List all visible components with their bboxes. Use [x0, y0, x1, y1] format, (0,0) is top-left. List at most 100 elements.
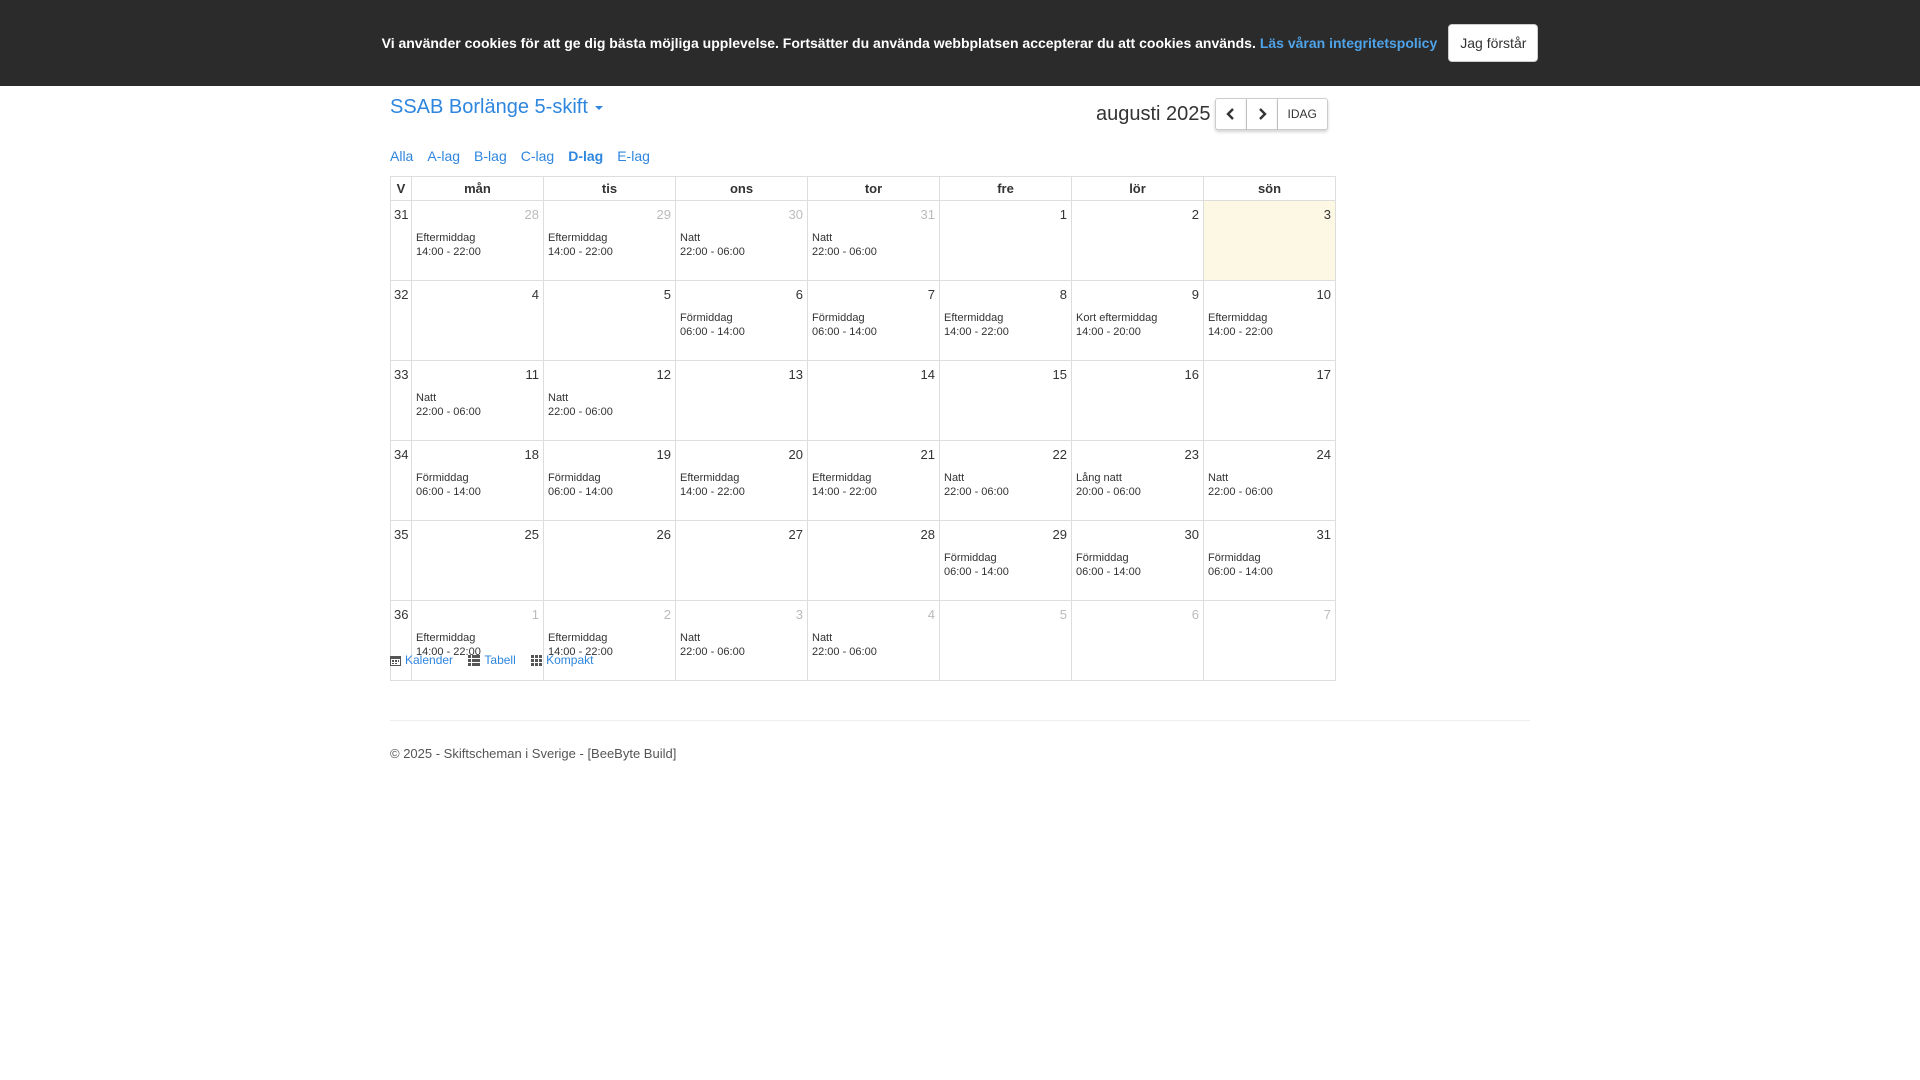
day-cell[interactable]: 12 Natt 22:00 - 06:00 [543, 360, 676, 441]
shift-time: 22:00 - 06:00 [680, 246, 745, 258]
chevron-left-icon [1225, 108, 1234, 120]
day-cell[interactable]: 30 Förmiddag 06:00 - 14:00 [1071, 520, 1204, 601]
day-number: 6 [795, 287, 803, 302]
day-number: 11 [525, 367, 540, 382]
accept-cookies-button[interactable]: Jag förstår [1448, 24, 1539, 62]
day-cell[interactable]: 18 Förmiddag 06:00 - 14:00 [411, 440, 544, 521]
day-number: 8 [1059, 287, 1067, 302]
day-cell[interactable]: 17 [1203, 360, 1336, 441]
day-cell[interactable]: 30 Natt 22:00 - 06:00 [675, 200, 808, 281]
day-cell[interactable]: 13 [675, 360, 808, 441]
team-e[interactable]: E-lag [617, 148, 650, 164]
day-number: 12 [656, 367, 671, 382]
shift-name: Natt [680, 232, 701, 244]
shift-entry: Förmiddag 06:00 - 14:00 [940, 545, 1071, 579]
shift-entry: Eftermiddag 14:00 - 22:00 [544, 225, 675, 259]
shift-name: Förmiddag [1076, 552, 1129, 564]
day-cell[interactable]: 29 Eftermiddag 14:00 - 22:00 [543, 200, 676, 281]
next-month-button[interactable] [1246, 98, 1278, 130]
compact-view-link[interactable]: Kompakt [531, 653, 593, 667]
day-cell[interactable]: 29 Förmiddag 06:00 - 14:00 [939, 520, 1072, 601]
day-cell[interactable]: 31 Förmiddag 06:00 - 14:00 [1203, 520, 1336, 601]
day-cell[interactable]: 7 [1203, 600, 1336, 681]
day-cell[interactable]: 15 [939, 360, 1072, 441]
grid-icon [531, 654, 543, 666]
day-cell[interactable]: 24 Natt 22:00 - 06:00 [1203, 440, 1336, 521]
team-c[interactable]: C-lag [521, 148, 554, 164]
day-cell[interactable]: 14 [807, 360, 940, 441]
week-row: 32 4 5 6 Förmiddag 06:00 - 14:00 7 Förmiddag 06:… [390, 280, 1336, 361]
day-cell[interactable]: 11 Natt 22:00 - 06:00 [411, 360, 544, 441]
day-cell[interactable]: 10 Eftermiddag 14:00 - 22:00 [1203, 280, 1336, 361]
day-cell[interactable]: 5 [543, 280, 676, 361]
calendar-view-link[interactable]: Kalender [390, 653, 453, 667]
shift-time: 06:00 - 14:00 [1076, 566, 1141, 578]
day-cell[interactable]: 31 Natt 22:00 - 06:00 [807, 200, 940, 281]
day-cell[interactable]: 4 Natt 22:00 - 06:00 [807, 600, 940, 681]
shift-entry: Natt 22:00 - 06:00 [412, 385, 543, 419]
previous-month-button[interactable] [1214, 98, 1247, 130]
day-cell[interactable]: 2 Eftermiddag 14:00 - 22:00 [543, 600, 676, 681]
day-header: sön [1203, 176, 1336, 201]
day-cell[interactable]: 1 [939, 200, 1072, 281]
cookie-message: Vi använder cookies för att ge dig bästa… [381, 35, 1256, 51]
day-cell[interactable]: 27 [675, 520, 808, 601]
day-header: tor [807, 176, 940, 201]
shift-entry: Natt 22:00 - 06:00 [544, 385, 675, 419]
team-a[interactable]: A-lag [427, 148, 460, 164]
list-icon [468, 654, 481, 666]
shift-entry: Förmiddag 06:00 - 14:00 [1072, 545, 1203, 579]
day-cell[interactable]: 8 Eftermiddag 14:00 - 22:00 [939, 280, 1072, 361]
privacy-policy-link[interactable]: Läs våran integritetspolicy [1260, 35, 1437, 51]
day-cell[interactable]: 28 Eftermiddag 14:00 - 22:00 [411, 200, 544, 281]
shift-name: Lång natt [1076, 472, 1122, 484]
shift-entry: Eftermiddag 14:00 - 22:00 [676, 465, 807, 499]
day-cell[interactable]: 19 Förmiddag 06:00 - 14:00 [543, 440, 676, 521]
shift-time: 14:00 - 20:00 [1076, 326, 1141, 338]
day-cell[interactable]: 3 [1203, 200, 1336, 281]
day-cell[interactable]: 3 Natt 22:00 - 06:00 [675, 600, 808, 681]
shift-name: Eftermiddag [416, 232, 476, 244]
day-cell[interactable]: 7 Förmiddag 06:00 - 14:00 [807, 280, 940, 361]
day-number: 16 [1184, 367, 1199, 382]
day-cell[interactable]: 20 Eftermiddag 14:00 - 22:00 [675, 440, 808, 521]
day-cell[interactable]: 2 [1071, 200, 1204, 281]
shift-entry: Lång natt 20:00 - 06:00 [1072, 465, 1203, 499]
day-cell[interactable]: 6 [1071, 600, 1204, 681]
today-button[interactable]: IDAG [1277, 98, 1328, 130]
day-cell[interactable]: 23 Lång natt 20:00 - 06:00 [1071, 440, 1204, 521]
day-cell[interactable]: 1 Eftermiddag 14:00 - 22:00 [411, 600, 544, 681]
day-number: 7 [1323, 607, 1331, 622]
table-view-link[interactable]: Tabell [468, 653, 516, 667]
calendar-grid: V mån tis ons tor fre lör sön 31 28 Efterm… [390, 176, 1336, 681]
day-number: 19 [656, 447, 671, 462]
shift-name: Förmiddag [416, 472, 469, 484]
copyright-text: © 2025 - Skiftscheman i Sverige - [BeeBy… [390, 746, 677, 761]
day-cell[interactable]: 9 Kort eftermiddag 14:00 - 20:00 [1071, 280, 1204, 361]
day-number: 10 [1316, 287, 1331, 302]
day-number: 18 [524, 447, 539, 462]
shift-entry: Förmiddag 06:00 - 14:00 [676, 305, 807, 339]
view-switcher: Kalender Tabell Kompakt [390, 653, 605, 669]
chevron-right-icon [1258, 108, 1267, 120]
day-number: 24 [1316, 447, 1331, 462]
day-cell[interactable]: 6 Förmiddag 06:00 - 14:00 [675, 280, 808, 361]
day-number: 31 [1316, 527, 1331, 542]
day-cell[interactable]: 16 [1071, 360, 1204, 441]
shift-time: 14:00 - 22:00 [416, 246, 481, 258]
day-cell[interactable]: 5 [939, 600, 1072, 681]
schedule-dropdown[interactable]: SSAB Borlänge 5-skift [390, 96, 603, 119]
day-number: 29 [1052, 527, 1067, 542]
team-b[interactable]: B-lag [474, 148, 507, 164]
day-cell[interactable]: 28 [807, 520, 940, 601]
shift-time: 14:00 - 22:00 [812, 486, 877, 498]
week-number: 34 [390, 440, 412, 521]
day-cell[interactable]: 4 [411, 280, 544, 361]
day-cell[interactable]: 26 [543, 520, 676, 601]
team-d[interactable]: D-lag [568, 148, 603, 164]
day-cell[interactable]: 22 Natt 22:00 - 06:00 [939, 440, 1072, 521]
day-cell[interactable]: 25 [411, 520, 544, 601]
team-all[interactable]: Alla [390, 148, 413, 164]
day-cell[interactable]: 21 Eftermiddag 14:00 - 22:00 [807, 440, 940, 521]
day-number: 30 [1184, 527, 1199, 542]
